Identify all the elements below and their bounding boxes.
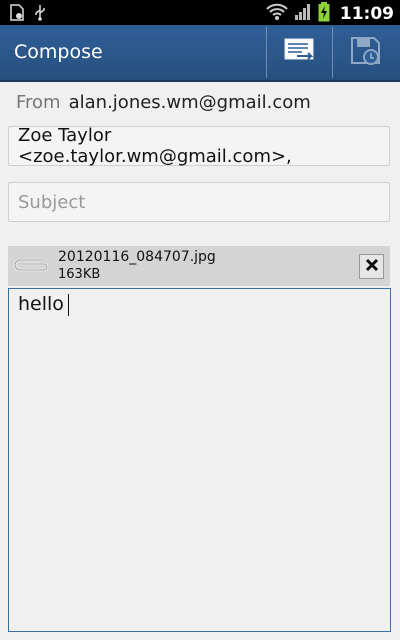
- file-settings-icon: [10, 4, 24, 25]
- status-bar: 11:09: [0, 0, 400, 25]
- page-title: Compose: [14, 41, 103, 63]
- save-draft-icon: [349, 35, 383, 71]
- paperclip-icon: [12, 256, 50, 278]
- wifi-icon: [266, 3, 288, 25]
- remove-attachment-button[interactable]: [359, 254, 384, 279]
- from-address: alan.jones.wm@gmail.com: [68, 92, 311, 113]
- action-bar-divider: [332, 27, 333, 78]
- subject-placeholder: Subject: [18, 191, 86, 213]
- from-row: From alan.jones.wm@gmail.com: [16, 92, 311, 113]
- save-draft-button[interactable]: [334, 25, 398, 80]
- usb-icon: [34, 4, 46, 25]
- battery-charging-icon: [318, 2, 330, 26]
- signal-icon: [294, 3, 312, 25]
- attachment-item: 20120116_084707.jpg 163KB: [8, 246, 390, 286]
- subject-field[interactable]: Subject: [8, 182, 390, 222]
- to-field[interactable]: Zoe Taylor <zoe.taylor.wm@gmail.com>,: [8, 125, 390, 167]
- action-bar: Compose: [0, 25, 400, 82]
- close-icon: [365, 257, 379, 276]
- to-recipients: Zoe Taylor <zoe.taylor.wm@gmail.com>,: [18, 125, 292, 167]
- send-button[interactable]: [268, 25, 332, 80]
- status-time: 11:09: [339, 4, 394, 24]
- text-cursor: [67, 293, 69, 316]
- action-bar-divider: [266, 27, 267, 78]
- from-label: From: [16, 92, 61, 113]
- attachment-size: 163KB: [58, 267, 101, 282]
- send-mail-icon: [283, 36, 317, 70]
- message-body-input[interactable]: hello: [8, 288, 391, 632]
- message-body-text: hello: [18, 293, 64, 315]
- attachment-filename: 20120116_084707.jpg: [58, 249, 216, 265]
